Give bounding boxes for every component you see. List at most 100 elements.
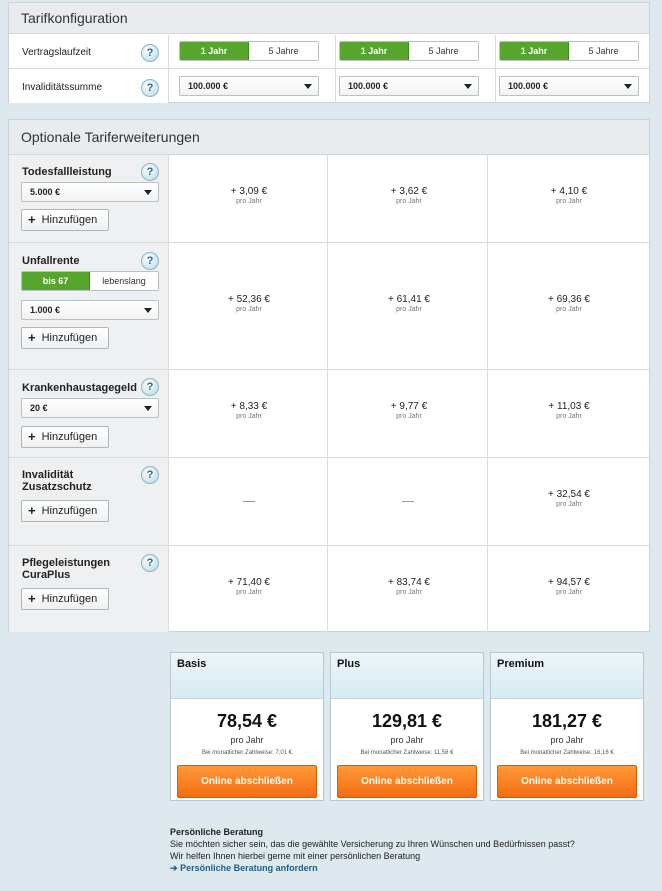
price-value: + 71,40 € bbox=[228, 577, 270, 588]
plan-price: 78,54 € bbox=[216, 711, 278, 731]
tarifkonfiguration-panel: Tarifkonfiguration Vertragslaufzeit ? 1 … bbox=[8, 2, 650, 103]
plan-card-plus: Plus 129,81 € pro Jahr Bei monatlicher Z… bbox=[330, 652, 484, 801]
add-krankenhaustagegeld-button[interactable]: + Hinzufügen bbox=[21, 426, 109, 448]
laufzeit-toggle-basis[interactable]: 1 Jahr 5 Jahre bbox=[179, 41, 319, 61]
option-1-jahr[interactable]: 1 Jahr bbox=[500, 42, 569, 60]
plus-icon: + bbox=[28, 212, 36, 227]
laufzeit-toggle-plus[interactable]: 1 Jahr 5 Jahre bbox=[339, 41, 479, 61]
help-icon[interactable]: ? bbox=[141, 163, 159, 181]
label-cell: Krankenhaustagegeld ? 20 € + Hinzufügen bbox=[9, 370, 169, 457]
online-abschliessen-button[interactable]: Online abschließen bbox=[337, 765, 477, 798]
unfallrente-select[interactable]: 1.000 € bbox=[21, 300, 159, 320]
button-label: Hinzufügen bbox=[41, 431, 98, 443]
select-value: 1.000 € bbox=[30, 305, 61, 315]
label-cell: Unfallrente ? bis 67 lebenslang 1.000 € … bbox=[9, 243, 169, 369]
price-value: + 83,74 € bbox=[388, 577, 430, 588]
krankenhaustagegeld-row: Krankenhaustagegeld ? 20 € + Hinzufügen +… bbox=[9, 369, 649, 457]
unfallrente-label: Unfallrente bbox=[22, 255, 80, 267]
online-abschliessen-button[interactable]: Online abschließen bbox=[177, 765, 317, 798]
invaliditaet-label-line2: Zusatzschutz bbox=[22, 481, 92, 493]
plan-monthly: Bei monatlicher Zahlweise: 16,16 € bbox=[520, 750, 614, 756]
help-icon[interactable]: ? bbox=[141, 79, 159, 97]
krankenhaustagegeld-select[interactable]: 20 € bbox=[21, 398, 159, 418]
option-5-jahre[interactable]: 5 Jahre bbox=[409, 42, 478, 60]
price-plus: + 83,74 € pro Jahr bbox=[349, 577, 469, 596]
label-cell: Todesfallleistung ? 5.000 € + Hinzufügen bbox=[9, 155, 169, 242]
plan-monthly: Bei monatlicher Zahlweise: 11,58 € bbox=[360, 750, 454, 756]
per-year-label: pro Jahr bbox=[236, 413, 262, 420]
per-year-label: pro Jahr bbox=[396, 198, 422, 205]
select-value: 20 € bbox=[30, 403, 48, 413]
price-plus: + 9,77 € pro Jahr bbox=[349, 401, 469, 420]
add-invaliditaet-zusatzschutz-button[interactable]: + Hinzufügen bbox=[21, 500, 109, 522]
label-cell: Invaliditätssumme ? bbox=[9, 69, 169, 103]
todesfallleistung-row: Todesfallleistung ? 5.000 € + Hinzufügen … bbox=[9, 155, 649, 242]
help-icon[interactable]: ? bbox=[141, 466, 159, 484]
add-unfallrente-button[interactable]: + Hinzufügen bbox=[21, 327, 109, 349]
plan-per-year: pro Jahr bbox=[390, 735, 424, 745]
help-icon[interactable]: ? bbox=[141, 378, 159, 396]
help-icon[interactable]: ? bbox=[141, 44, 159, 62]
divider bbox=[495, 69, 496, 103]
button-label: Hinzufügen bbox=[41, 593, 98, 605]
tariferweiterungen-panel: Optionale Tariferweiterungen Todesfallle… bbox=[8, 119, 650, 632]
option-bis-67[interactable]: bis 67 bbox=[22, 272, 90, 290]
invaliditaet-zusatzschutz-row: Invalidität Zusatzschutz ? + Hinzufügen +… bbox=[9, 457, 649, 545]
invaliditaetssumme-select-premium[interactable]: 100.000 € bbox=[499, 76, 639, 96]
divider bbox=[327, 546, 328, 632]
help-icon[interactable]: ? bbox=[141, 554, 159, 572]
option-1-jahr[interactable]: 1 Jahr bbox=[340, 42, 409, 60]
pflegeleistungen-label-line2: CuraPlus bbox=[22, 569, 71, 581]
beratung-link[interactable]: ➔ Persönliche Beratung anfordern bbox=[170, 862, 575, 874]
option-5-jahre[interactable]: 5 Jahre bbox=[249, 42, 318, 60]
price-basis: + 3,09 € pro Jahr bbox=[189, 186, 309, 205]
per-year-label: pro Jahr bbox=[396, 413, 422, 420]
vertragslaufzeit-row: Vertragslaufzeit ? 1 Jahr 5 Jahre 1 Jahr… bbox=[9, 35, 649, 68]
pflegeleistungen-label-line1: Pflegeleistungen bbox=[22, 557, 111, 569]
panel-title: Optionale Tariferweiterungen bbox=[21, 129, 200, 145]
divider bbox=[327, 243, 328, 369]
pflegeleistungen-row: Pflegeleistungen CuraPlus ? + Hinzufügen … bbox=[9, 545, 649, 632]
beratung-link-label[interactable]: Persönliche Beratung anfordern bbox=[180, 863, 318, 873]
beratung-text-1: Sie möchten sicher sein, das die gewählt… bbox=[170, 839, 575, 849]
beratung-title: Persönliche Beratung bbox=[170, 827, 264, 837]
add-pflegeleistungen-button[interactable]: + Hinzufügen bbox=[21, 588, 109, 610]
vertragslaufzeit-label: Vertragslaufzeit bbox=[22, 47, 91, 58]
invaliditaetssumme-label: Invaliditätssumme bbox=[22, 82, 103, 93]
plan-name: Plus bbox=[331, 653, 483, 699]
price-value: + 94,57 € bbox=[548, 577, 590, 588]
chevron-down-icon bbox=[144, 308, 152, 313]
plus-icon: + bbox=[28, 503, 36, 518]
add-todesfallleistung-button[interactable]: + Hinzufügen bbox=[21, 209, 109, 231]
per-year-label: pro Jahr bbox=[556, 589, 582, 596]
plan-monthly: Bei monatlicher Zahlweise: 7,01 € bbox=[201, 750, 293, 756]
option-1-jahr[interactable]: 1 Jahr bbox=[180, 42, 249, 60]
option-5-jahre[interactable]: 5 Jahre bbox=[569, 42, 638, 60]
invaliditaet-label-line1: Invalidität bbox=[22, 469, 74, 481]
help-icon[interactable]: ? bbox=[141, 252, 159, 270]
price-basis: + 8,33 € pro Jahr bbox=[189, 401, 309, 420]
laufzeit-toggle-premium[interactable]: 1 Jahr 5 Jahre bbox=[499, 41, 639, 61]
option-lebenslang[interactable]: lebenslang bbox=[90, 272, 158, 290]
divider bbox=[335, 69, 336, 103]
todesfallleistung-select[interactable]: 5.000 € bbox=[21, 182, 159, 202]
divider bbox=[327, 155, 328, 242]
price-basis: + 52,36 € pro Jahr bbox=[189, 294, 309, 313]
invaliditaetssumme-select-basis[interactable]: 100.000 € bbox=[179, 76, 319, 96]
online-abschliessen-button[interactable]: Online abschließen bbox=[497, 765, 637, 798]
price-value: + 32,54 € bbox=[548, 489, 590, 500]
divider bbox=[487, 370, 488, 457]
divider bbox=[495, 35, 496, 68]
price-premium: + 69,36 € pro Jahr bbox=[509, 294, 629, 313]
plus-icon: + bbox=[28, 591, 36, 606]
plus-icon: + bbox=[28, 330, 36, 345]
unfallrente-toggle[interactable]: bis 67 lebenslang bbox=[21, 271, 159, 291]
invaliditaetssumme-select-plus[interactable]: 100.000 € bbox=[339, 76, 479, 96]
price-basis: + 71,40 € pro Jahr bbox=[189, 577, 309, 596]
price-value: + 3,62 € bbox=[390, 186, 428, 197]
price-value: + 52,36 € bbox=[228, 294, 270, 305]
per-year-label: pro Jahr bbox=[396, 306, 422, 313]
select-value: 100.000 € bbox=[508, 81, 549, 91]
divider bbox=[335, 35, 336, 68]
plan-name: Basis bbox=[171, 653, 323, 699]
